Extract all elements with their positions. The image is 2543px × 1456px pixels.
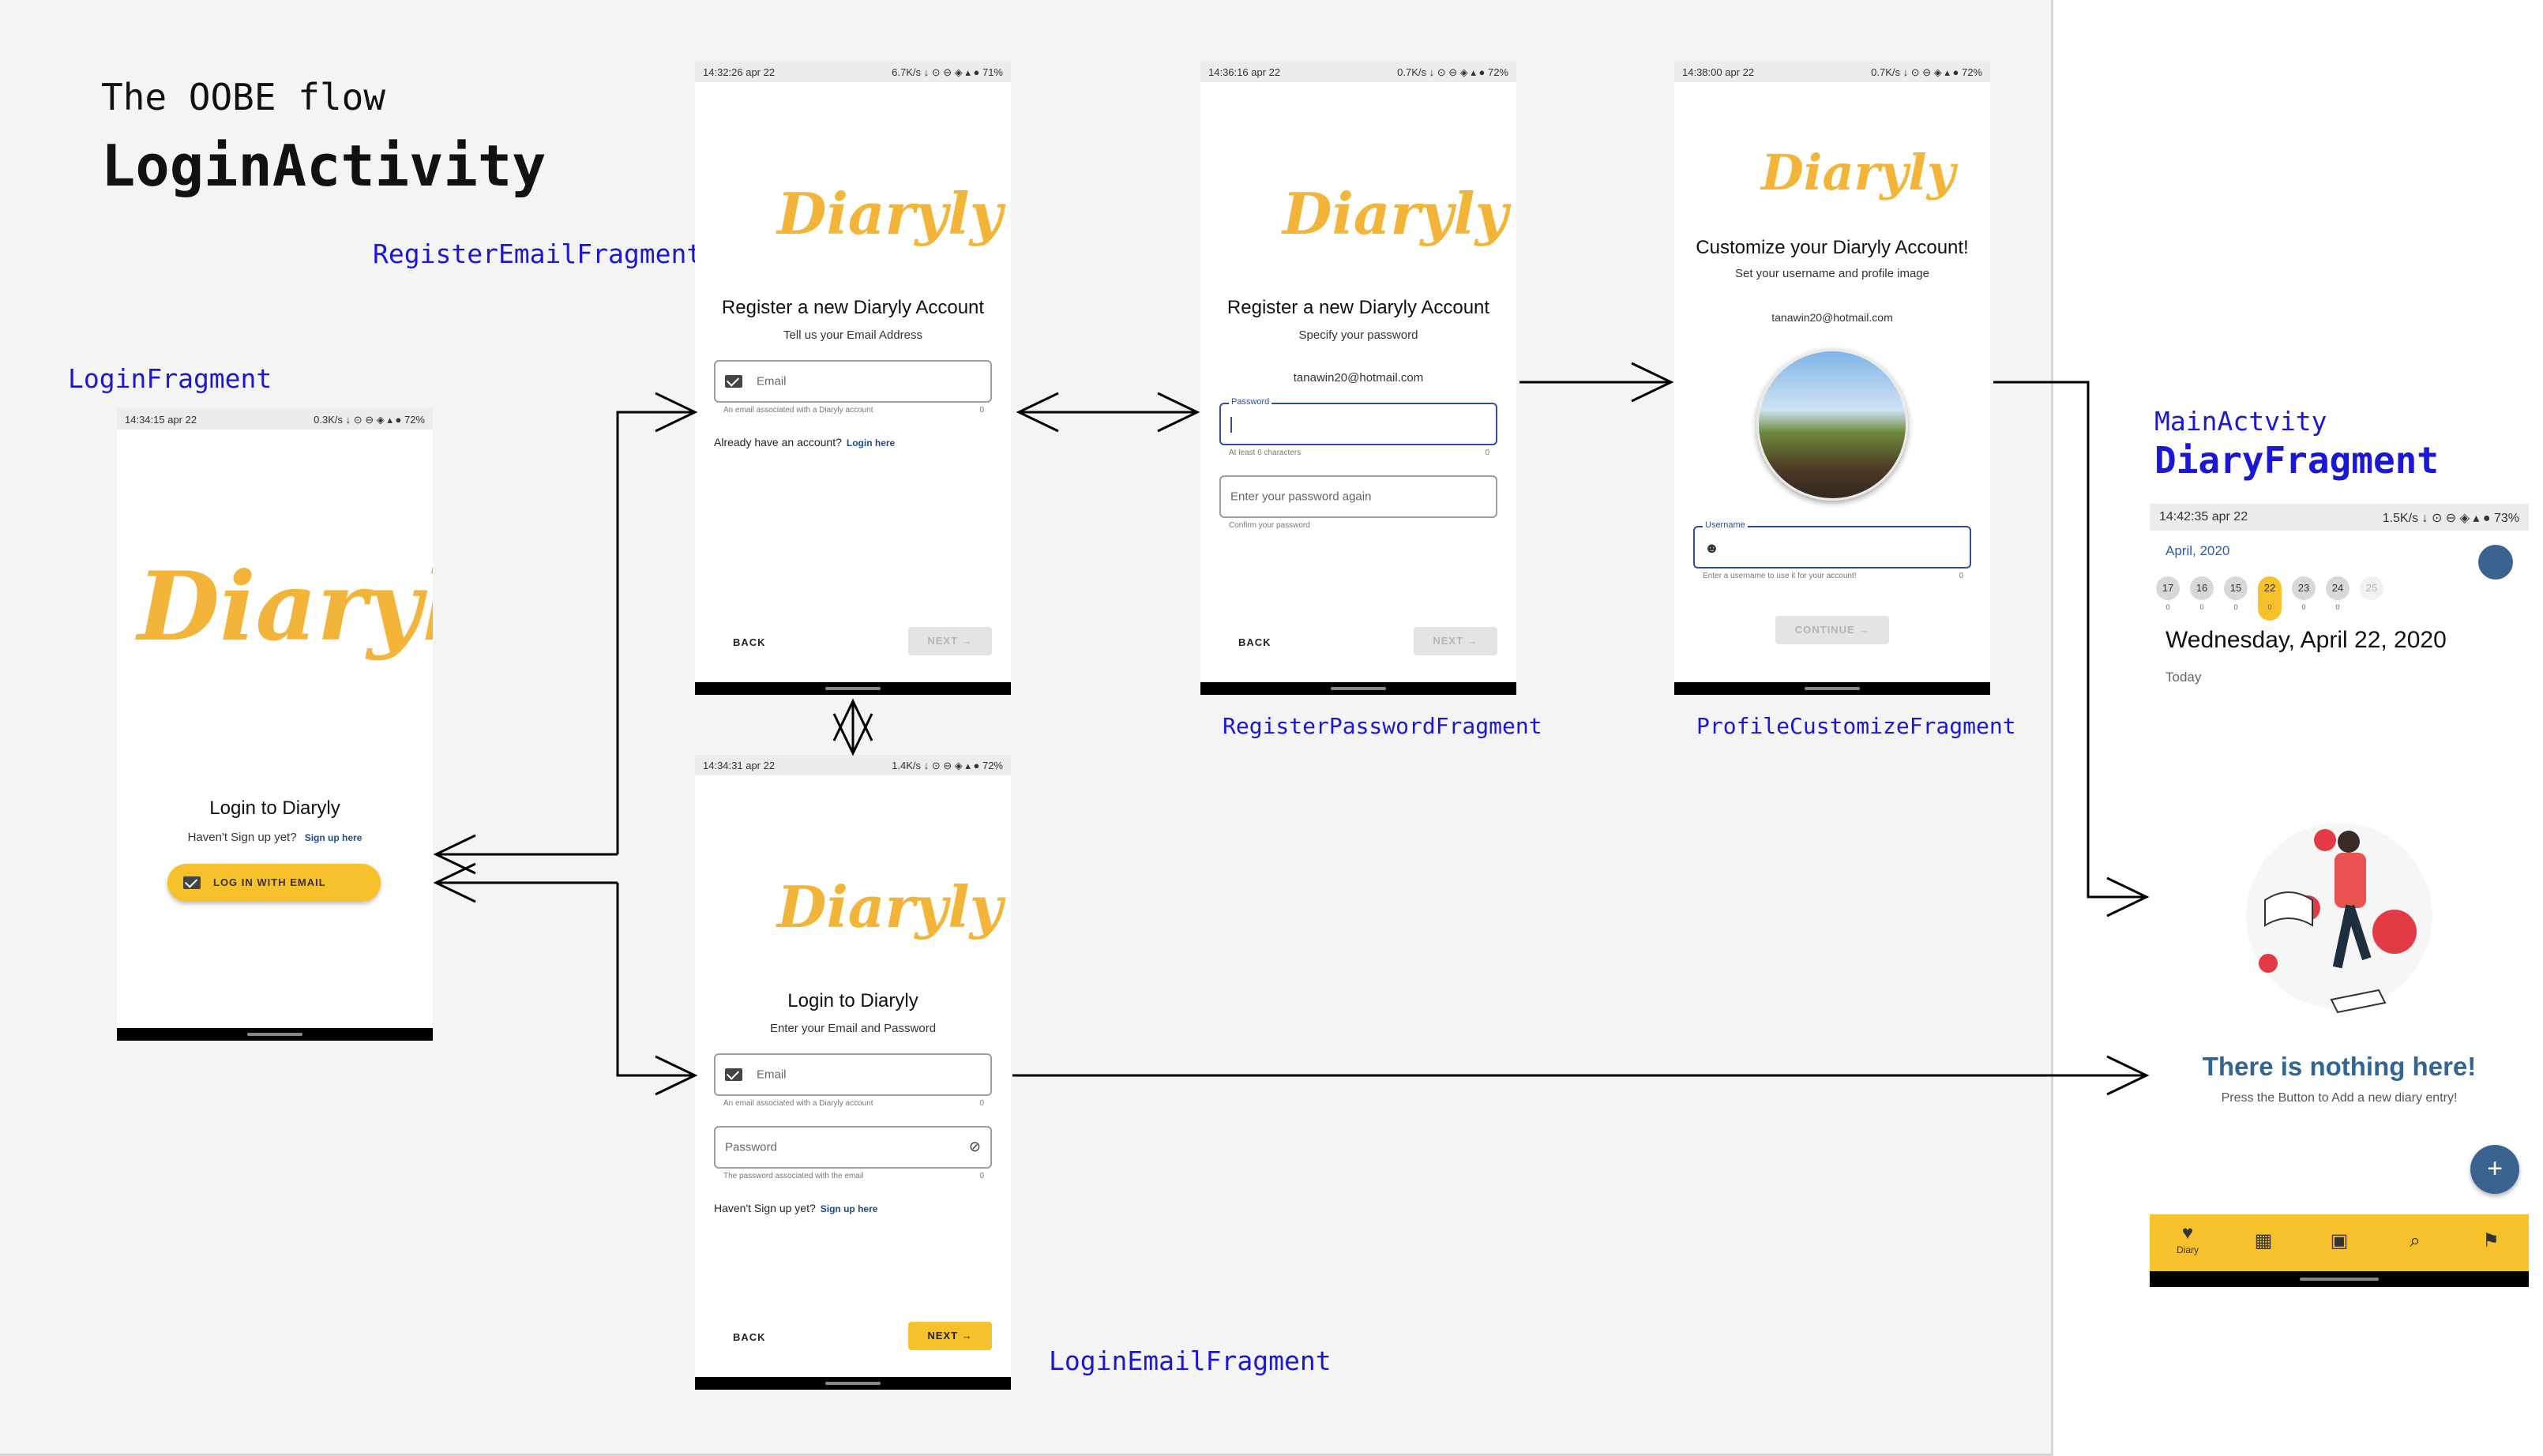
arrow-login-to-login-email [616, 883, 698, 1096]
arrow-login-to-register [616, 392, 698, 854]
arrow-profile-main [1993, 381, 2150, 918]
flow-arrows [433, 362, 2150, 1096]
